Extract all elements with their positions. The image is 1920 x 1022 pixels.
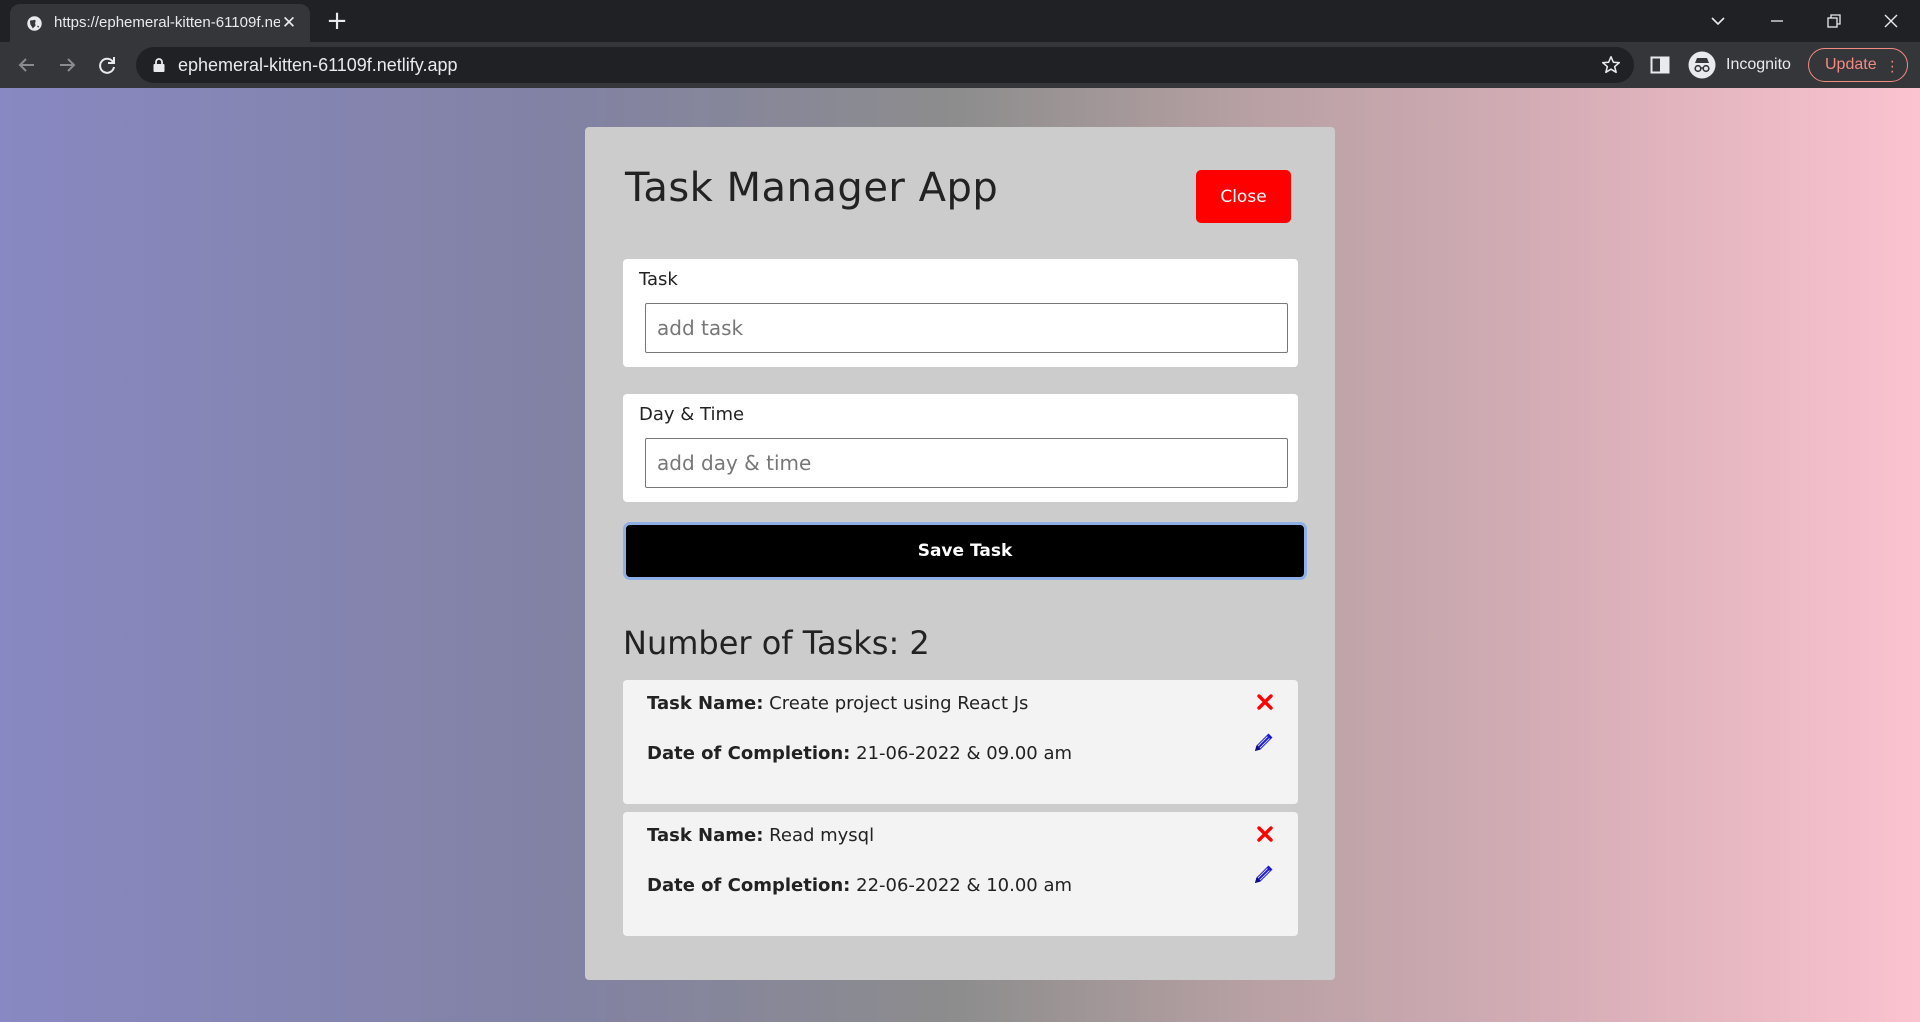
new-tab-plus-icon[interactable]: + xyxy=(324,8,350,34)
edit-icon[interactable] xyxy=(1252,730,1276,754)
tab-search-chevron-down-icon[interactable] xyxy=(1703,6,1733,36)
delete-icon[interactable] xyxy=(1255,824,1275,844)
back-icon[interactable] xyxy=(12,50,42,80)
browser-tab[interactable]: https://ephemeral-kitten-61109f.netlify.… xyxy=(10,4,310,42)
restore-icon[interactable] xyxy=(1819,6,1849,36)
update-label: Update xyxy=(1825,56,1877,73)
url-text[interactable]: ephemeral-kitten-61109f.netlify.app xyxy=(178,55,458,76)
page-viewport: Task Manager App Close Task Day & Time S… xyxy=(0,88,1920,1022)
window-close-icon[interactable] xyxy=(1876,6,1906,36)
task-name-line: Task Name: Read mysql xyxy=(647,825,874,846)
kebab-menu-icon[interactable]: · · · xyxy=(1890,54,1895,80)
task-date-label: Date of Completion: xyxy=(647,875,851,896)
task-name-line: Task Name: Create project using React Js xyxy=(647,693,1028,714)
lock-icon[interactable] xyxy=(152,57,166,73)
edit-icon[interactable] xyxy=(1252,862,1276,886)
address-bar[interactable]: ephemeral-kitten-61109f.netlify.app xyxy=(136,47,1634,83)
task-field-group: Task xyxy=(623,259,1298,367)
task-input[interactable] xyxy=(645,303,1288,353)
tab-title: https://ephemeral-kitten-61109f.netlify.… xyxy=(54,14,280,31)
task-date-line: Date of Completion: 22-06-2022 & 10.00 a… xyxy=(647,875,1072,896)
task-manager-card: Task Manager App Close Task Day & Time S… xyxy=(585,127,1335,980)
tab-strip: https://ephemeral-kitten-61109f.netlify.… xyxy=(0,0,1920,42)
page-title: Task Manager App xyxy=(625,165,999,211)
datetime-input[interactable] xyxy=(645,438,1288,488)
browser-toolbar: ephemeral-kitten-61109f.netlify.app Inco… xyxy=(0,42,1920,88)
task-item: Task Name: Create project using React Js… xyxy=(623,680,1298,804)
task-count-heading: Number of Tasks: 2 xyxy=(623,624,930,662)
close-button[interactable]: Close xyxy=(1196,170,1291,223)
task-date-line: Date of Completion: 21-06-2022 & 09.00 a… xyxy=(647,743,1072,764)
minimize-icon[interactable] xyxy=(1762,6,1792,36)
datetime-field-group: Day & Time xyxy=(623,394,1298,502)
save-task-button[interactable]: Save Task xyxy=(623,522,1307,580)
star-icon[interactable] xyxy=(1600,54,1622,76)
update-button[interactable]: Update · · · xyxy=(1808,48,1908,82)
task-label: Task xyxy=(639,269,678,290)
incognito-profile[interactable]: Incognito xyxy=(1688,49,1791,81)
task-name-label: Task Name: xyxy=(647,825,764,846)
incognito-icon xyxy=(1688,51,1716,79)
task-date-label: Date of Completion: xyxy=(647,743,851,764)
task-date-value: 21-06-2022 & 09.00 am xyxy=(856,743,1073,764)
task-date-value: 22-06-2022 & 10.00 am xyxy=(856,875,1073,896)
task-name-value: Create project using React Js xyxy=(769,693,1029,714)
datetime-label: Day & Time xyxy=(639,404,745,425)
delete-icon[interactable] xyxy=(1255,692,1275,712)
incognito-label: Incognito xyxy=(1726,56,1791,73)
globe-icon xyxy=(27,16,42,31)
task-name-value: Read mysql xyxy=(769,825,875,846)
tab-close-icon[interactable]: ✕ xyxy=(280,14,298,32)
side-panel-icon[interactable] xyxy=(1648,53,1672,77)
task-item: Task Name: Read mysql Date of Completion… xyxy=(623,812,1298,936)
task-name-label: Task Name: xyxy=(647,693,764,714)
reload-icon[interactable] xyxy=(92,50,122,80)
forward-icon[interactable] xyxy=(52,50,82,80)
